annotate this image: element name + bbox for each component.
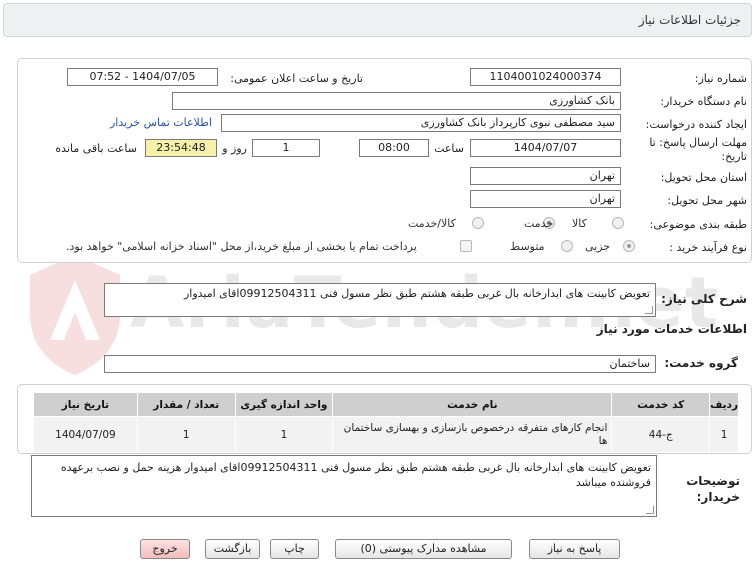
city-field: تهران — [470, 190, 621, 208]
buyer-notes-textarea[interactable]: تعویض کابینت های ابدارخانه بال غربی طبقه… — [31, 455, 657, 517]
process-medium-radio[interactable] — [561, 240, 573, 252]
treasury-payment-checkbox[interactable] — [460, 240, 472, 252]
exit-button[interactable]: خروج — [140, 539, 190, 559]
treasury-payment-note: پرداخت تمام یا بخشی از مبلغ خرید،از محل … — [66, 240, 417, 253]
announce-date-field: 1404/07/05 - 07:52 — [67, 68, 218, 86]
deadline-date-field: 1404/07/07 — [470, 139, 621, 157]
category-service-label: خدمت — [524, 217, 554, 230]
cell-date: 1404/07/09 — [33, 416, 138, 453]
creator-field: سید مصطفی نبوی کارپرداز بانک کشاورزی — [221, 114, 621, 132]
process-minor-radio[interactable] — [623, 240, 635, 252]
back-button[interactable]: بازگشت — [205, 539, 260, 559]
process-medium-label: متوسط — [510, 240, 545, 253]
services-section-title: اطلاعات خدمات مورد نیاز — [596, 322, 747, 336]
deadline-time-field: 08:00 — [359, 139, 429, 157]
col-qty: تعداد / مقدار — [136, 392, 236, 417]
print-button[interactable]: چاپ — [270, 539, 319, 559]
remaining-days-field: 1 — [252, 139, 320, 157]
reply-to-need-button[interactable]: پاسخ به نیاز — [529, 539, 620, 559]
deadline-label-date: تاریخ: — [721, 150, 747, 163]
col-unit: واحد اندازه گیری — [234, 392, 334, 417]
category-goods-label: کالا — [572, 217, 587, 230]
col-code: کد خدمت — [611, 392, 711, 417]
deadline-time-label: ساعت — [434, 142, 464, 155]
buyer-org-label: نام دستگاه خریدار: — [660, 95, 747, 108]
category-goods-service-label: کالا/خدمت — [408, 217, 456, 230]
summary-label: شرح کلی نیاز: — [661, 292, 747, 306]
buyer-notes-label-2: خریدار: — [696, 490, 740, 504]
cell-name: انجام کارهای متفرقه درخصوص بازسازی و بهس… — [332, 416, 613, 453]
process-minor-label: جزیی — [585, 240, 611, 253]
category-goods-radio[interactable] — [612, 217, 624, 229]
service-group-field: ساختمان — [104, 355, 656, 373]
table-row: 1 ج-44 انجام کارهای متفرقه درخصوص بازساز… — [33, 416, 739, 453]
buyer-notes-label: توضیحات — [686, 474, 740, 488]
days-label: روز و — [222, 142, 247, 155]
col-row: ردیف — [709, 392, 739, 417]
process-type-label: نوع فرآیند خرید : — [669, 241, 747, 254]
cell-row: 1 — [709, 416, 739, 453]
announce-date-label: تاریخ و ساعت اعلان عمومی: — [230, 72, 363, 85]
deadline-label: مهلت ارسال پاسخ: تا — [649, 136, 747, 149]
page-title: جزئیات اطلاعات نیاز — [638, 13, 741, 27]
col-name: نام خدمت — [332, 392, 613, 417]
need-number-label: شماره نیاز: — [694, 72, 747, 85]
info-panel — [17, 58, 752, 263]
creator-label: ایجاد کننده درخواست: — [645, 118, 747, 131]
buyer-notes-text: تعویض کابینت های ابدارخانه بال غربی طبقه… — [60, 461, 651, 489]
summary-textarea[interactable]: تعویض کابینت های ابدارخانه بال غربی طبقه… — [104, 283, 656, 317]
need-number-field: 1104001024000374 — [470, 68, 621, 86]
services-table: ردیف کد خدمت نام خدمت واحد اندازه گیری ت… — [33, 392, 739, 453]
view-attachments-button[interactable]: مشاهده مدارک پیوستی (0) — [335, 539, 512, 559]
summary-text: تعویض کابینت های ابدارخانه بال غربی طبقه… — [183, 287, 650, 300]
remaining-time-field: 23:54:48 — [145, 139, 217, 157]
province-field: تهران — [470, 167, 621, 185]
buyer-org-field: بانک کشاورزی — [172, 92, 621, 110]
resize-grip-icon[interactable] — [646, 506, 654, 514]
service-group-label: گروه خدمت: — [664, 356, 738, 370]
remaining-time-label: ساعت باقی مانده — [55, 142, 137, 155]
cell-unit: 1 — [234, 416, 334, 453]
resize-grip-icon[interactable] — [645, 306, 653, 314]
page-header: جزئیات اطلاعات نیاز — [3, 3, 752, 37]
col-date: تاریخ نیاز — [33, 392, 138, 417]
services-table-header: ردیف کد خدمت نام خدمت واحد اندازه گیری ت… — [33, 392, 739, 417]
cell-qty: 1 — [136, 416, 236, 453]
city-label: شهر محل تحویل: — [667, 194, 747, 207]
cell-code: ج-44 — [611, 416, 711, 453]
category-label: طبقه بندی موضوعی: — [649, 218, 747, 231]
category-goods-service-radio[interactable] — [472, 217, 484, 229]
province-label: استان محل تحویل: — [660, 171, 747, 184]
buyer-contact-link[interactable]: اطلاعات تماس خریدار — [110, 116, 212, 129]
